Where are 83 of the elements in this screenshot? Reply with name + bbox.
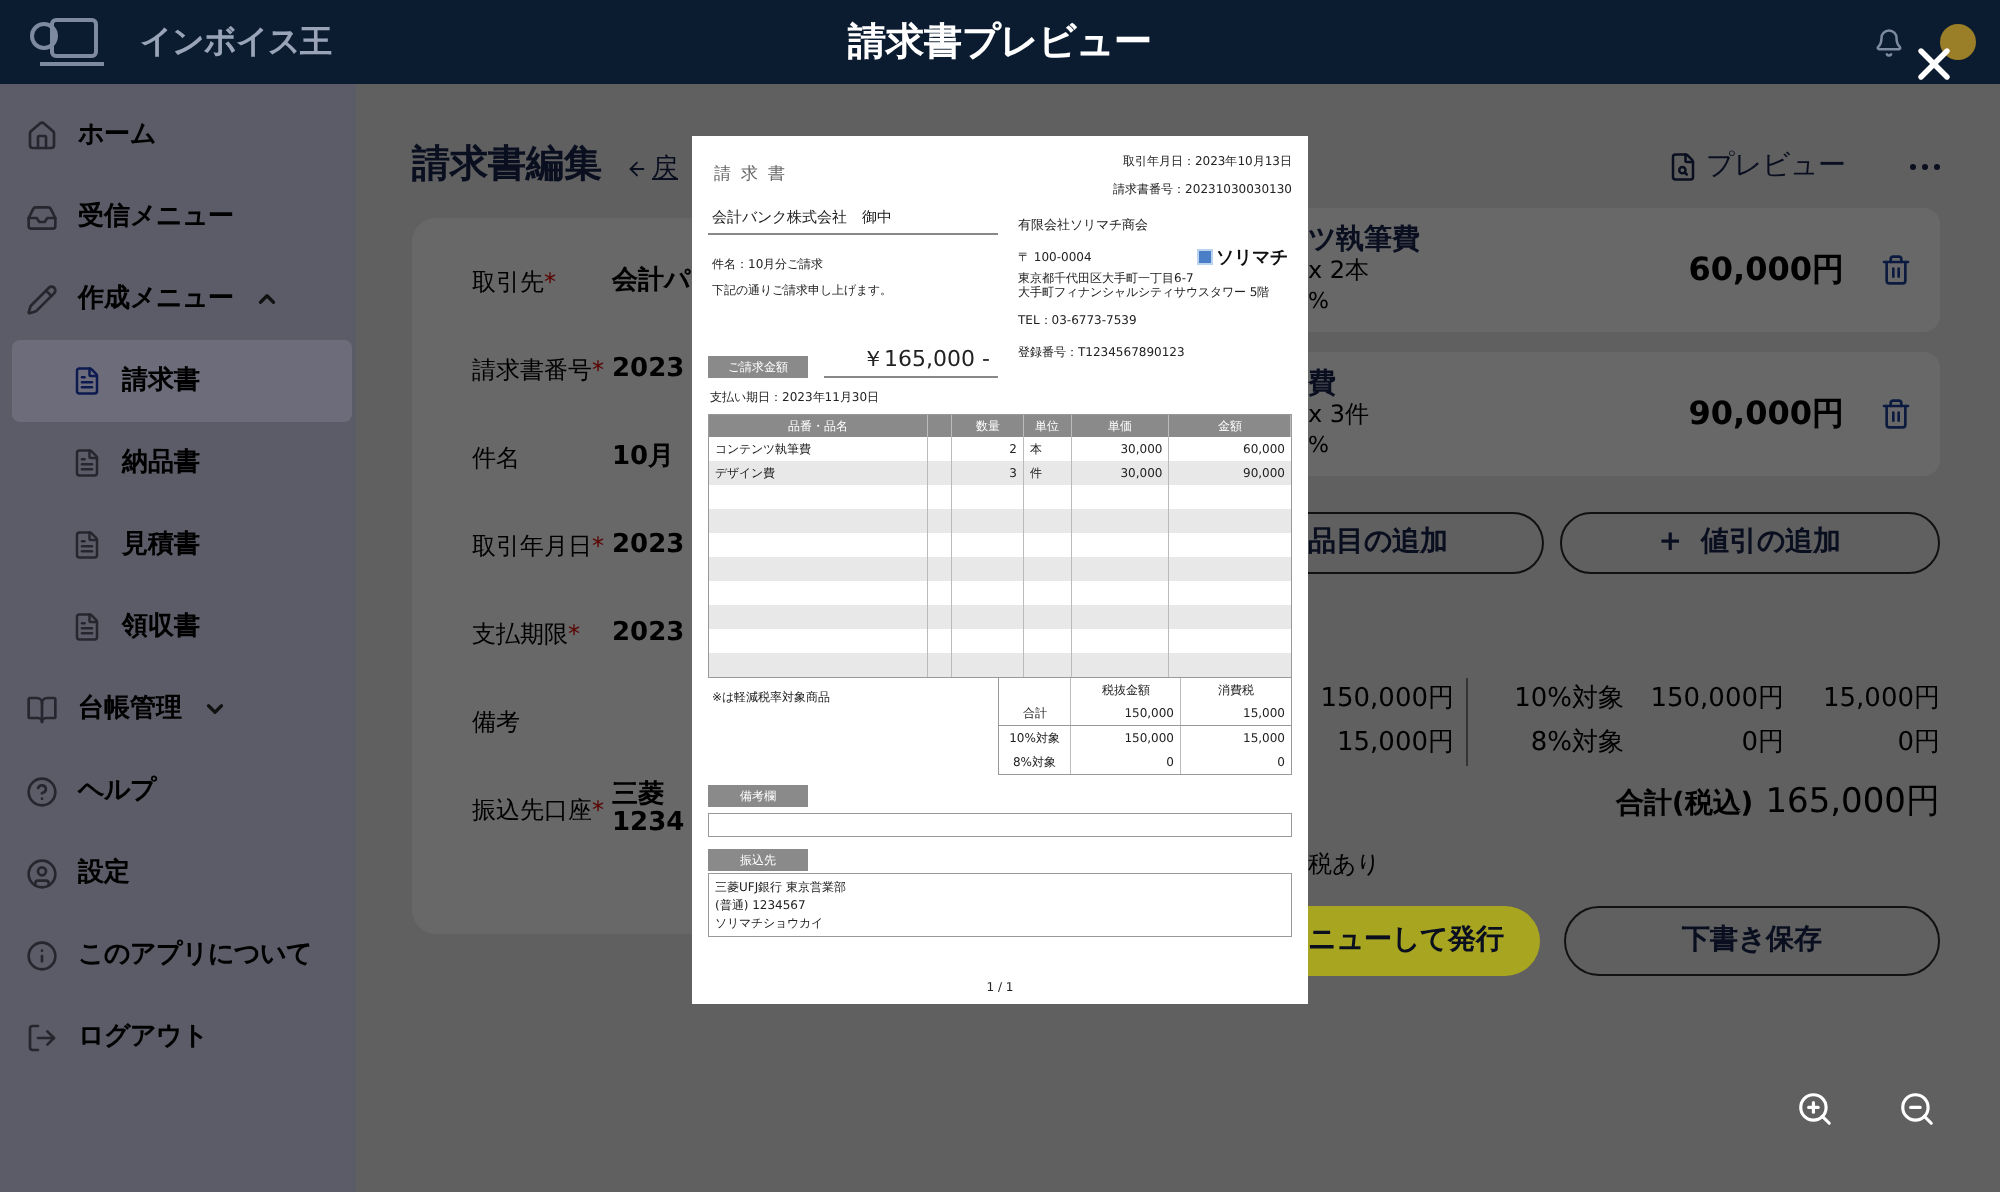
window-title: 請求書プレビュー <box>848 17 1152 68</box>
field-label: 件名 <box>472 442 520 476</box>
submenu-item[interactable]: 見積書 <box>12 504 352 586</box>
save-draft-button[interactable]: 下書き保存 <box>1564 905 1940 975</box>
bell-icon[interactable] <box>1874 27 1904 57</box>
item-quantity: x 3件 <box>1308 399 1372 429</box>
field-value[interactable]: 2023 <box>612 620 685 648</box>
book-icon <box>26 693 58 725</box>
trash-icon[interactable] <box>1880 398 1912 430</box>
field-label: 振込先口座 <box>472 794 592 828</box>
tax-note: 税あり <box>1308 849 1380 877</box>
zoom-in-icon[interactable] <box>1796 1090 1834 1128</box>
required-mark: * <box>592 354 604 388</box>
document-icon <box>72 612 102 642</box>
add-discount-button[interactable]: + 値引の追加 <box>1560 512 1940 574</box>
field-label: 支払期限 <box>472 618 568 652</box>
menu-item[interactable]: 受信メニュー <box>78 197 234 237</box>
taxable-amount: 150,000円 <box>1648 682 1784 718</box>
arrow-left-icon <box>626 157 648 180</box>
document-icon <box>72 530 102 560</box>
required-mark: * <box>592 530 604 564</box>
document-icon <box>72 366 102 396</box>
document-search-icon <box>1668 151 1698 181</box>
subtotal-value: 15,000円 <box>1337 726 1454 762</box>
info-icon <box>26 939 58 971</box>
field-value[interactable]: 三菱 <box>612 782 685 810</box>
required-mark: * <box>568 618 580 652</box>
help-icon <box>26 775 58 807</box>
document-title: 請求書 <box>714 162 795 188</box>
tax-amount: 15,000円 <box>1821 682 1940 718</box>
tax-rate-label: 10%対象 <box>1512 682 1624 718</box>
field-label: 取引先 <box>472 266 544 300</box>
subtotal-value: 150,000円 <box>1320 682 1454 718</box>
invoice-amount: ￥165,000 - <box>824 342 998 378</box>
field-value[interactable]: 2023 <box>612 532 685 560</box>
avatar[interactable] <box>1940 24 1976 60</box>
pencil-icon <box>26 283 58 315</box>
taxable-amount: 0円 <box>1739 726 1784 762</box>
preview-button[interactable]: プレビュー <box>1668 145 1846 187</box>
issue-button[interactable]: ニューして発行 <box>1308 905 1540 975</box>
back-link[interactable]: 戻 <box>626 149 678 192</box>
field-value[interactable]: 2023 <box>612 356 685 384</box>
item-tax-rate: % <box>1308 429 1331 459</box>
menu-item[interactable]: ヘルプ <box>78 771 156 811</box>
submenu-item[interactable]: 領収書 <box>12 586 352 668</box>
user-icon <box>26 857 58 889</box>
field-label: 取引年月日 <box>472 530 592 564</box>
app-name: インボイス王 <box>140 20 332 64</box>
menu-item[interactable]: ホーム <box>78 115 156 155</box>
trash-icon[interactable] <box>1880 254 1912 286</box>
item-quantity: x 2本 <box>1308 255 1372 285</box>
field-value[interactable]: 10月 <box>612 444 675 472</box>
item-name: 費 <box>1308 369 1338 399</box>
home-icon <box>26 119 58 151</box>
field-label: 請求書番号 <box>472 354 592 388</box>
company-logo: ソリマチ <box>1216 244 1288 271</box>
inbox-icon <box>26 201 58 233</box>
more-icon[interactable] <box>1910 163 1940 169</box>
submenu-item[interactable]: 請求書 <box>12 340 352 422</box>
total-amount: 165,000円 <box>1765 780 1940 826</box>
required-mark: * <box>592 794 604 828</box>
required-mark: * <box>544 266 556 300</box>
tax-rate-label: 8%対象 <box>1528 726 1624 762</box>
total-label: 合計(税込) <box>1615 786 1754 824</box>
submenu-item[interactable]: 納品書 <box>12 422 352 504</box>
menu-item[interactable]: 台帳管理 <box>78 689 182 729</box>
field-value[interactable]: 会計パ <box>612 268 690 296</box>
item-amount: 90,000円 <box>1688 392 1844 436</box>
menu-item[interactable]: このアプリについて <box>78 935 312 975</box>
field-value[interactable]: 1234 <box>612 810 685 838</box>
item-amount: 60,000円 <box>1688 248 1844 292</box>
item-tax-rate: % <box>1308 285 1331 315</box>
page-title: 請求書編集 <box>412 139 602 189</box>
item-name: ツ執筆費 <box>1308 225 1422 255</box>
menu-item[interactable]: 作成メニュー <box>78 279 234 319</box>
tax-amount: 0円 <box>1895 726 1940 762</box>
document-icon <box>72 448 102 478</box>
logout-icon <box>26 1021 58 1053</box>
zoom-out-icon[interactable] <box>1898 1090 1936 1128</box>
logo-icon <box>1197 249 1213 265</box>
menu-item[interactable]: 設定 <box>78 853 130 893</box>
menu-item[interactable]: ログアウト <box>78 1017 208 1057</box>
field-label: 備考 <box>472 706 520 740</box>
